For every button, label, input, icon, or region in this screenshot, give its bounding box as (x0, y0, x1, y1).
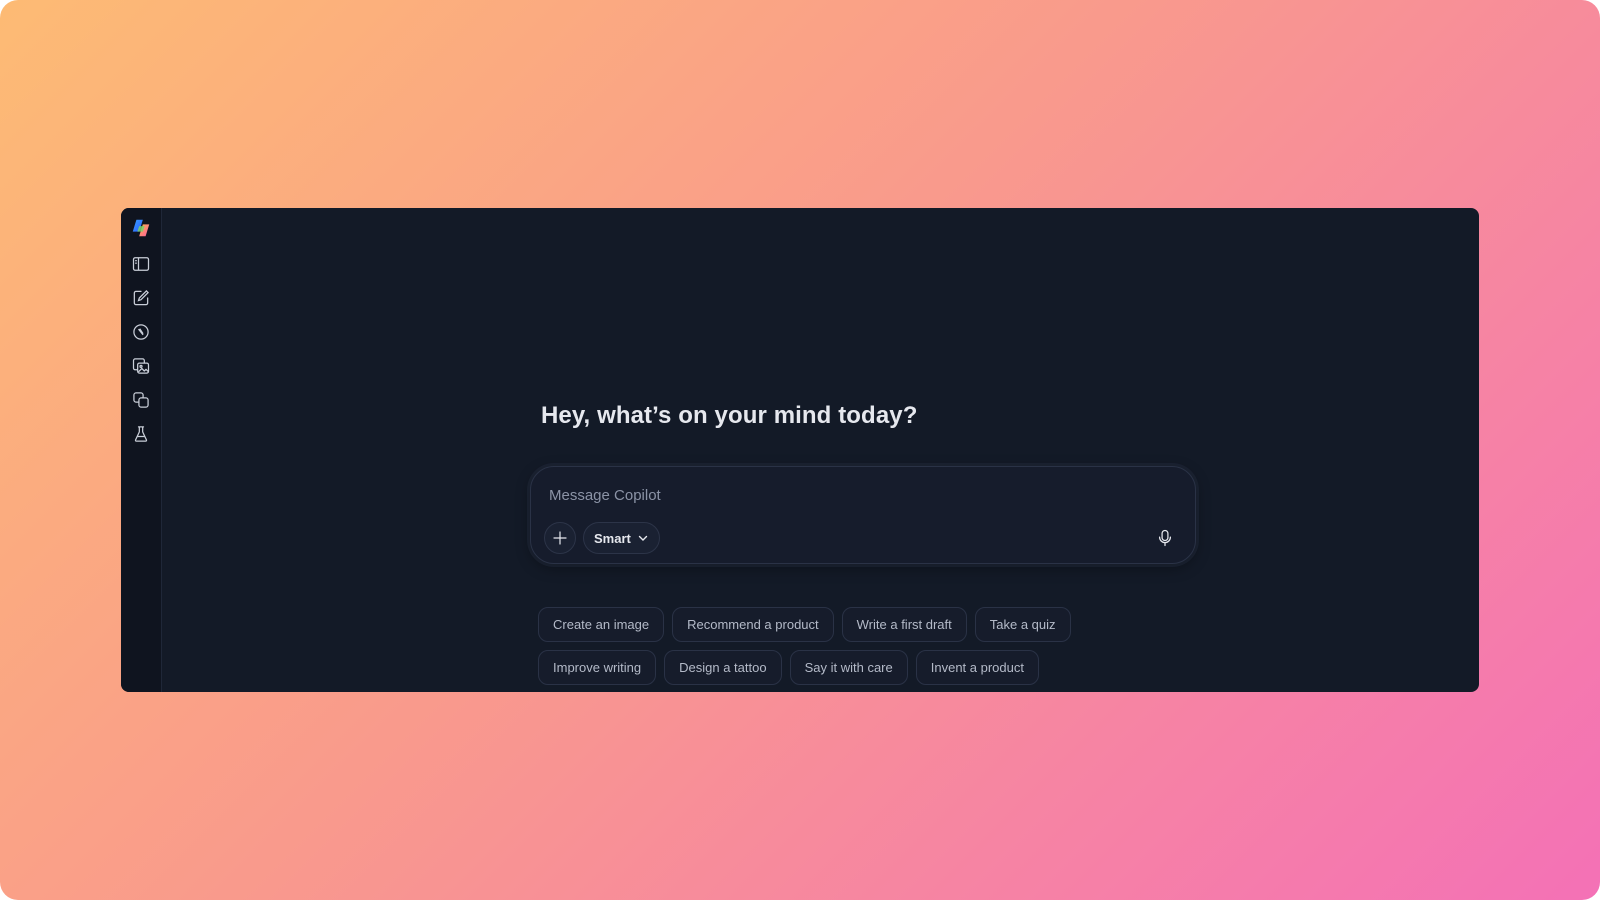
suggestion-say-with-care[interactable]: Say it with care (789, 650, 908, 685)
microphone-button[interactable] (1149, 522, 1181, 554)
desktop-background: Hey, what’s on your mind today? Smart (0, 0, 1600, 900)
message-input[interactable] (549, 483, 1109, 507)
suggestion-create-image[interactable]: Create an image (538, 607, 665, 642)
images-icon[interactable] (127, 352, 155, 380)
suggestion-invent-product[interactable]: Invent a product (915, 650, 1039, 685)
suggestion-take-quiz[interactable]: Take a quiz (974, 607, 1071, 642)
copilot-logo-icon[interactable] (127, 214, 155, 242)
suggestion-chips: Create an image Recommend a product Writ… (538, 607, 1238, 692)
suggestion-improve-writing[interactable]: Improve writing (538, 650, 657, 685)
add-attachment-button[interactable] (544, 522, 576, 554)
message-composer: Smart (530, 466, 1196, 564)
plus-icon (553, 531, 567, 545)
copilot-window: Hey, what’s on your mind today? Smart (121, 208, 1479, 692)
suggestion-row-1: Create an image Recommend a product Writ… (538, 607, 1238, 642)
mode-label: Smart (594, 530, 631, 546)
microphone-icon (1158, 529, 1172, 547)
suggestion-write-draft[interactable]: Write a first draft (841, 607, 967, 642)
sidebar (121, 208, 162, 692)
suggestion-design-tattoo[interactable]: Design a tattoo (664, 650, 782, 685)
discover-icon[interactable] (127, 318, 155, 346)
new-chat-icon[interactable] (127, 284, 155, 312)
main-area: Hey, what’s on your mind today? Smart (162, 208, 1479, 692)
suggestion-recommend-product[interactable]: Recommend a product (672, 607, 834, 642)
chevron-down-icon (638, 535, 648, 541)
suggestion-row-2: Improve writing Design a tattoo Say it w… (538, 650, 1238, 685)
sidebar-toggle-icon[interactable] (127, 250, 155, 278)
greeting-title: Hey, what’s on your mind today? (541, 402, 918, 429)
mode-selector-button[interactable]: Smart (583, 522, 660, 554)
labs-icon[interactable] (127, 420, 155, 448)
pages-icon[interactable] (127, 386, 155, 414)
